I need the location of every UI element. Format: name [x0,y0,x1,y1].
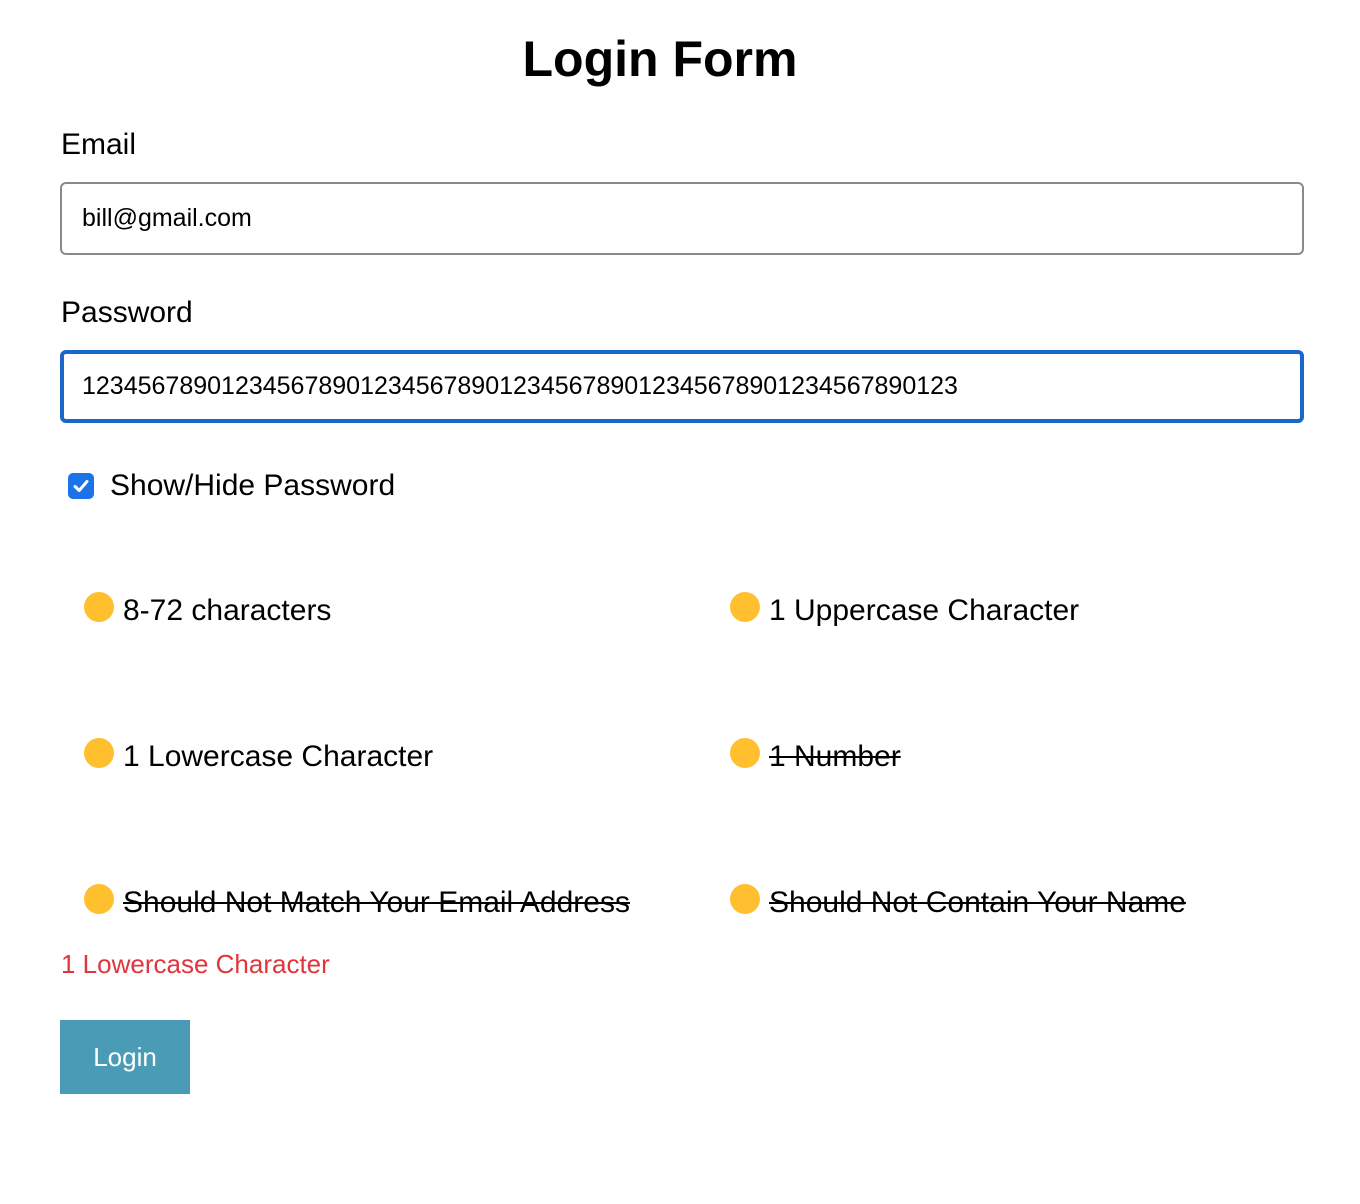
show-hide-password-toggle[interactable]: Show/Hide Password [68,468,395,504]
page-title: Login Form [522,31,798,87]
rule-status-dot-icon [84,592,114,622]
rule-text: 1 Lowercase Character [123,740,434,773]
rule-status-dot-icon [84,884,114,914]
validation-error-message: 1 Lowercase Character [61,949,330,979]
show-hide-password-checkbox[interactable] [68,473,94,499]
login-button[interactable]: Login [60,1020,190,1094]
password-rule-number: 1 Number [730,738,901,775]
password-rule-not-email: Should Not Match Your Email Address [84,884,630,921]
password-input[interactable] [60,350,1304,423]
rule-text: Should Not Match Your Email Address [123,886,630,919]
rule-text: Should Not Contain Your Name [769,886,1186,919]
rule-text: 1 Number [769,740,901,773]
rule-status-dot-icon [730,738,760,768]
password-rule-length: 8-72 characters [84,592,332,629]
password-rule-lowercase: 1 Lowercase Character [84,738,434,775]
rule-status-dot-icon [730,592,760,622]
show-hide-password-label: Show/Hide Password [110,469,396,502]
rule-status-dot-icon [84,738,114,768]
password-rule-not-name: Should Not Contain Your Name [730,884,1186,921]
rule-status-dot-icon [730,884,760,914]
rule-text: 8-72 characters [123,594,332,627]
email-label: Email [61,128,137,161]
password-rule-uppercase: 1 Uppercase Character [730,592,1080,629]
checkmark-icon [73,480,89,492]
email-input[interactable] [60,182,1304,255]
rule-text: 1 Uppercase Character [769,594,1080,627]
password-label: Password [61,296,193,329]
